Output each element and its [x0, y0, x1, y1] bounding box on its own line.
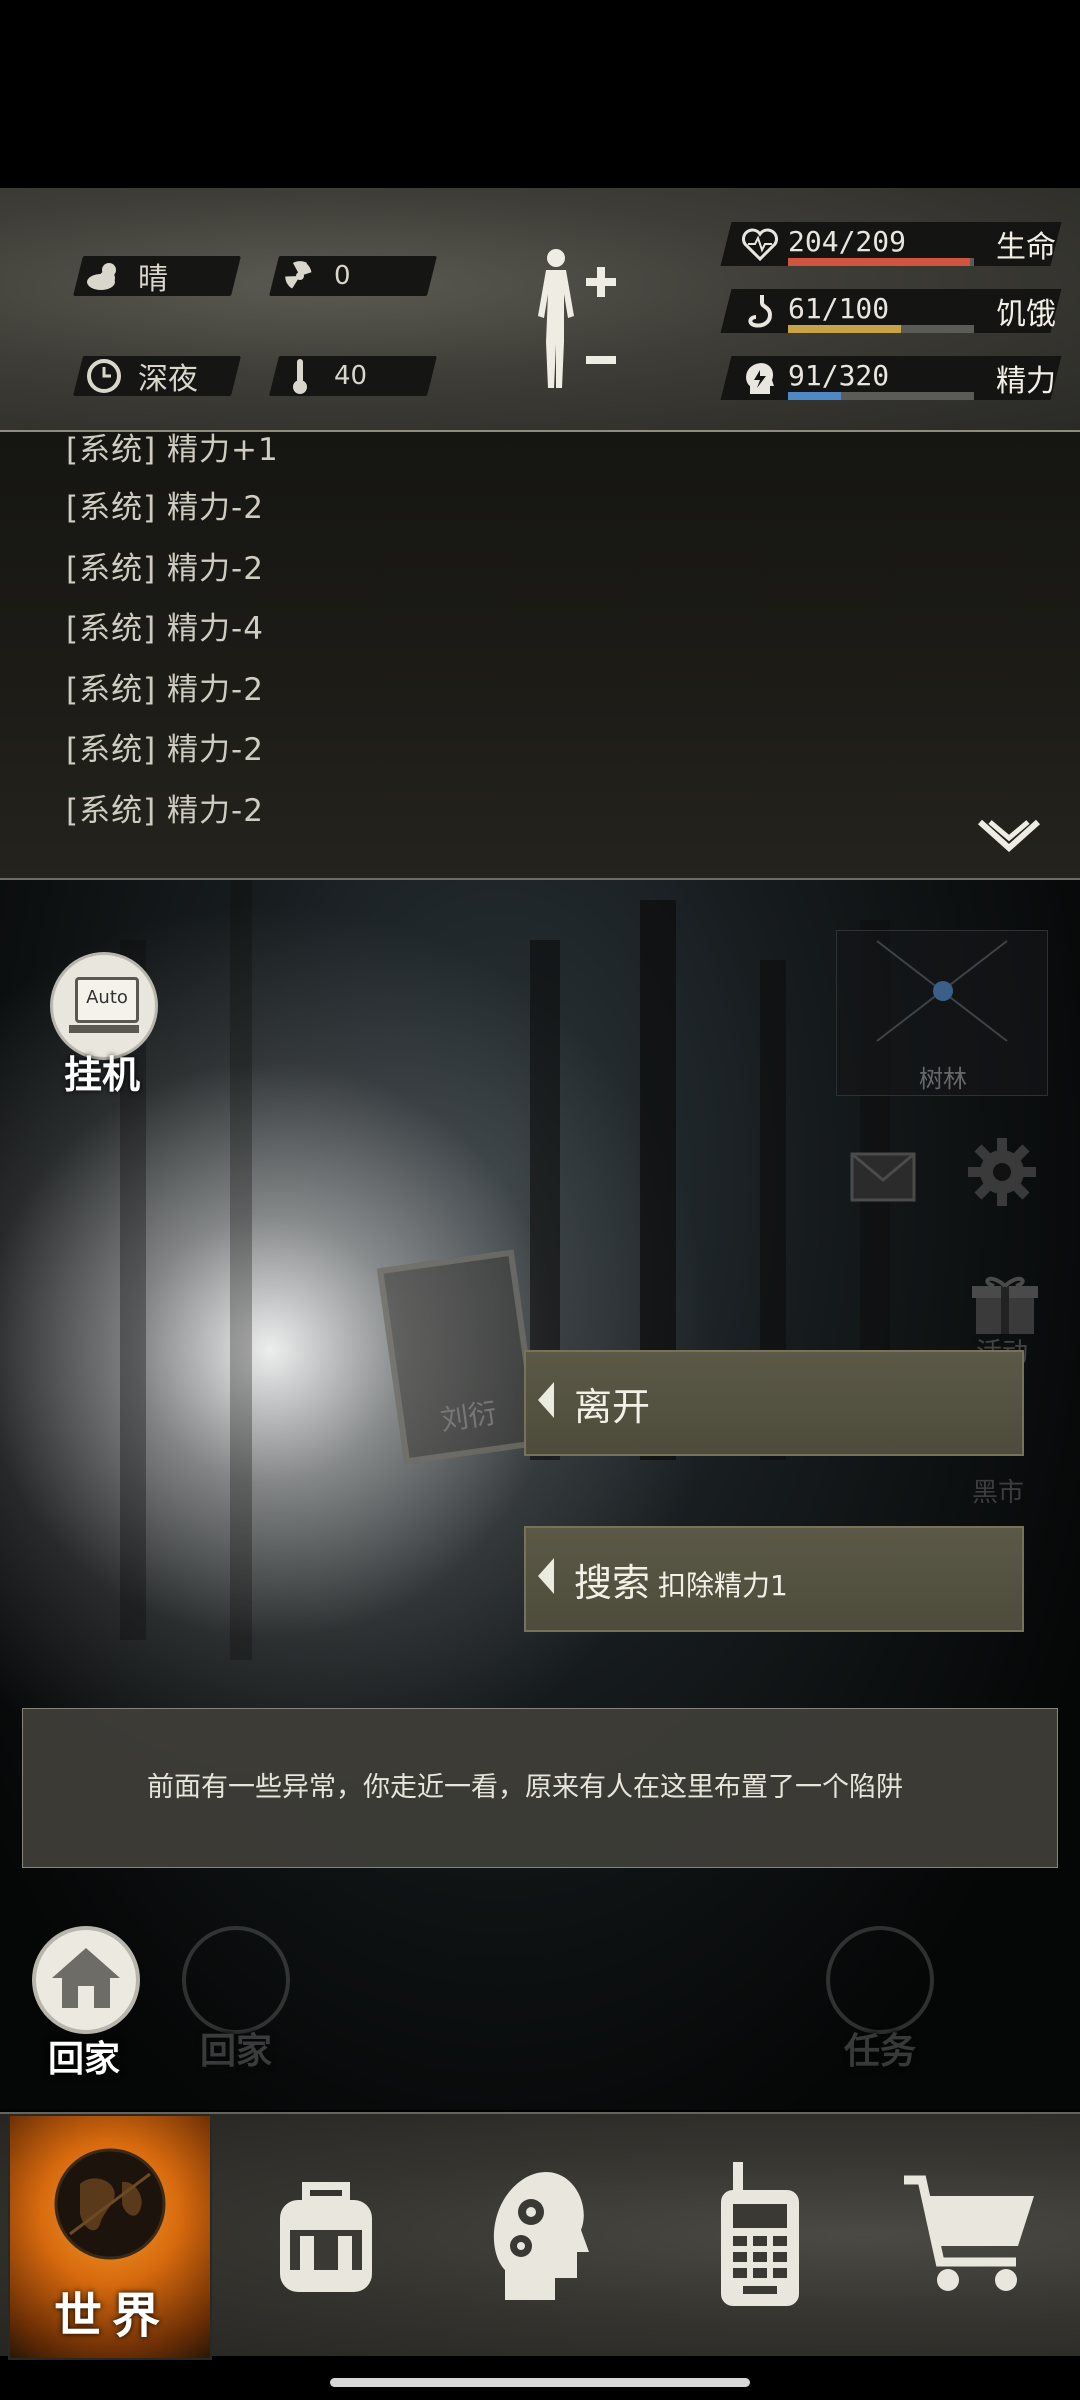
weather-indicator: 晴	[73, 256, 241, 297]
energy-value: 91/320	[788, 359, 890, 392]
radiation-value: 0	[334, 261, 351, 291]
gear-icon	[968, 1138, 1036, 1206]
auto-idle-label: 挂机	[64, 1053, 141, 1097]
stat-energy: 91/320 精力	[720, 356, 1062, 400]
nav-backpack[interactable]	[226, 2114, 426, 2356]
health-label: 生命	[996, 230, 1056, 265]
gift-icon	[972, 1276, 1038, 1334]
choice-search-cost: 扣除精力1	[658, 1569, 788, 1602]
weather-value: 晴	[138, 262, 168, 297]
body-figure-icon	[538, 249, 616, 388]
minimap-map-icon	[876, 940, 1008, 1042]
temperature-value: 40	[334, 361, 368, 391]
stat-hunger: 61/100 饥饿	[720, 289, 1062, 333]
stomach-icon	[740, 291, 780, 331]
globe-icon	[54, 2148, 166, 2260]
auto-idle-button[interactable]: Auto 挂机	[48, 952, 158, 1122]
character-card[interactable]: 刘衍	[376, 1249, 542, 1465]
log-line: [系统] 精力-2	[66, 672, 264, 708]
left-triangle-icon	[538, 1558, 554, 1594]
home-label: 回家	[48, 2039, 121, 2080]
nav-radio[interactable]	[660, 2114, 860, 2356]
character-card-name: 刘衍	[438, 1396, 499, 1438]
left-triangle-icon	[538, 1382, 554, 1418]
log-line: [系统] 精力-4	[66, 611, 264, 647]
task-button[interactable]: 任务	[826, 1926, 936, 2086]
hunger-bar	[788, 325, 974, 333]
health-value: 204/209	[788, 225, 907, 258]
home-badge	[32, 1926, 140, 2034]
double-chevron-down-icon	[977, 819, 1041, 853]
time-indicator: 深夜	[73, 356, 241, 397]
minimap[interactable]: 树林	[836, 930, 1048, 1096]
mail-button[interactable]	[850, 1150, 916, 1206]
mail-icon	[850, 1152, 916, 1202]
nav-shop[interactable]	[870, 2114, 1070, 2356]
health-bar	[788, 258, 974, 266]
black-market-button[interactable]: 黑市	[966, 1458, 1046, 1518]
event-message-text: 前面有一些异常，你走近一看，原来有人在这里布置了一个陷阱	[147, 1772, 903, 1803]
thermometer-icon	[280, 356, 320, 396]
house-icon	[52, 1948, 120, 2008]
energy-head-icon	[740, 358, 780, 398]
energy-bar	[788, 392, 974, 400]
status-header: 晴 0 深夜 40 204/209 生命 61/100 饥饿 91/320 精力	[0, 188, 1080, 432]
body-status-button[interactable]	[520, 246, 630, 396]
black-market-label: 黑市	[972, 1478, 1025, 1508]
walkie-talkie-icon	[721, 2162, 799, 2306]
auto-badge-text: Auto	[75, 977, 139, 1023]
energy-label: 精力	[996, 364, 1056, 399]
minimap-location-label: 树林	[919, 1065, 967, 1093]
choice-leave-label: 离开	[574, 1385, 651, 1429]
nav-world-label: 世界	[54, 2288, 171, 2344]
shopping-cart-icon	[904, 2175, 1034, 2291]
log-line: [系统] 精力-2	[66, 490, 264, 526]
hunger-value: 61/100	[788, 292, 890, 325]
partly-cloudy-icon	[84, 256, 124, 296]
task-label: 任务	[844, 2031, 917, 2072]
hunger-label: 饥饿	[996, 297, 1056, 332]
choice-search-label: 搜索	[574, 1561, 651, 1605]
radiation-indicator: 0	[269, 256, 437, 296]
settings-button[interactable]	[966, 1136, 1038, 1208]
choice-search-button[interactable]: 搜索 扣除精力1	[524, 1526, 1024, 1632]
temperature-indicator: 40	[269, 356, 437, 396]
scene-view: Auto 挂机 树林 活动 黑市 刘衍	[0, 880, 1080, 2110]
log-line: [系统] 精力-2	[66, 551, 264, 587]
radiation-icon	[280, 256, 320, 296]
log-line: [系统] 精力+1	[66, 432, 279, 468]
brain-gears-icon	[493, 2172, 589, 2300]
home-button-faded: 回家	[182, 1926, 292, 2086]
backpack-icon	[280, 2182, 372, 2292]
time-value: 深夜	[138, 362, 198, 397]
log-expand-button[interactable]	[976, 816, 1042, 866]
clock-icon	[84, 356, 124, 396]
event-log[interactable]: [系统] 精力+1 [系统] 精力-2 [系统] 精力-2 [系统] 精力-4 …	[0, 432, 1080, 880]
event-message-box: 前面有一些异常，你走近一看，原来有人在这里布置了一个陷阱	[22, 1708, 1058, 1868]
home-button[interactable]: 回家	[30, 1926, 140, 2086]
home-indicator[interactable]	[330, 2378, 750, 2387]
home-faded-label: 回家	[200, 2031, 273, 2072]
stat-health: 204/209 生命	[720, 222, 1062, 266]
nav-skills[interactable]	[440, 2114, 640, 2356]
choice-leave-button[interactable]: 离开	[524, 1350, 1024, 1456]
heart-icon	[740, 224, 780, 264]
nav-world[interactable]: 世界	[8, 2114, 212, 2360]
bottom-nav: 世界	[0, 2112, 1080, 2360]
log-line: [系统] 精力-2	[66, 732, 264, 768]
log-line: [系统] 精力-2	[66, 793, 264, 829]
